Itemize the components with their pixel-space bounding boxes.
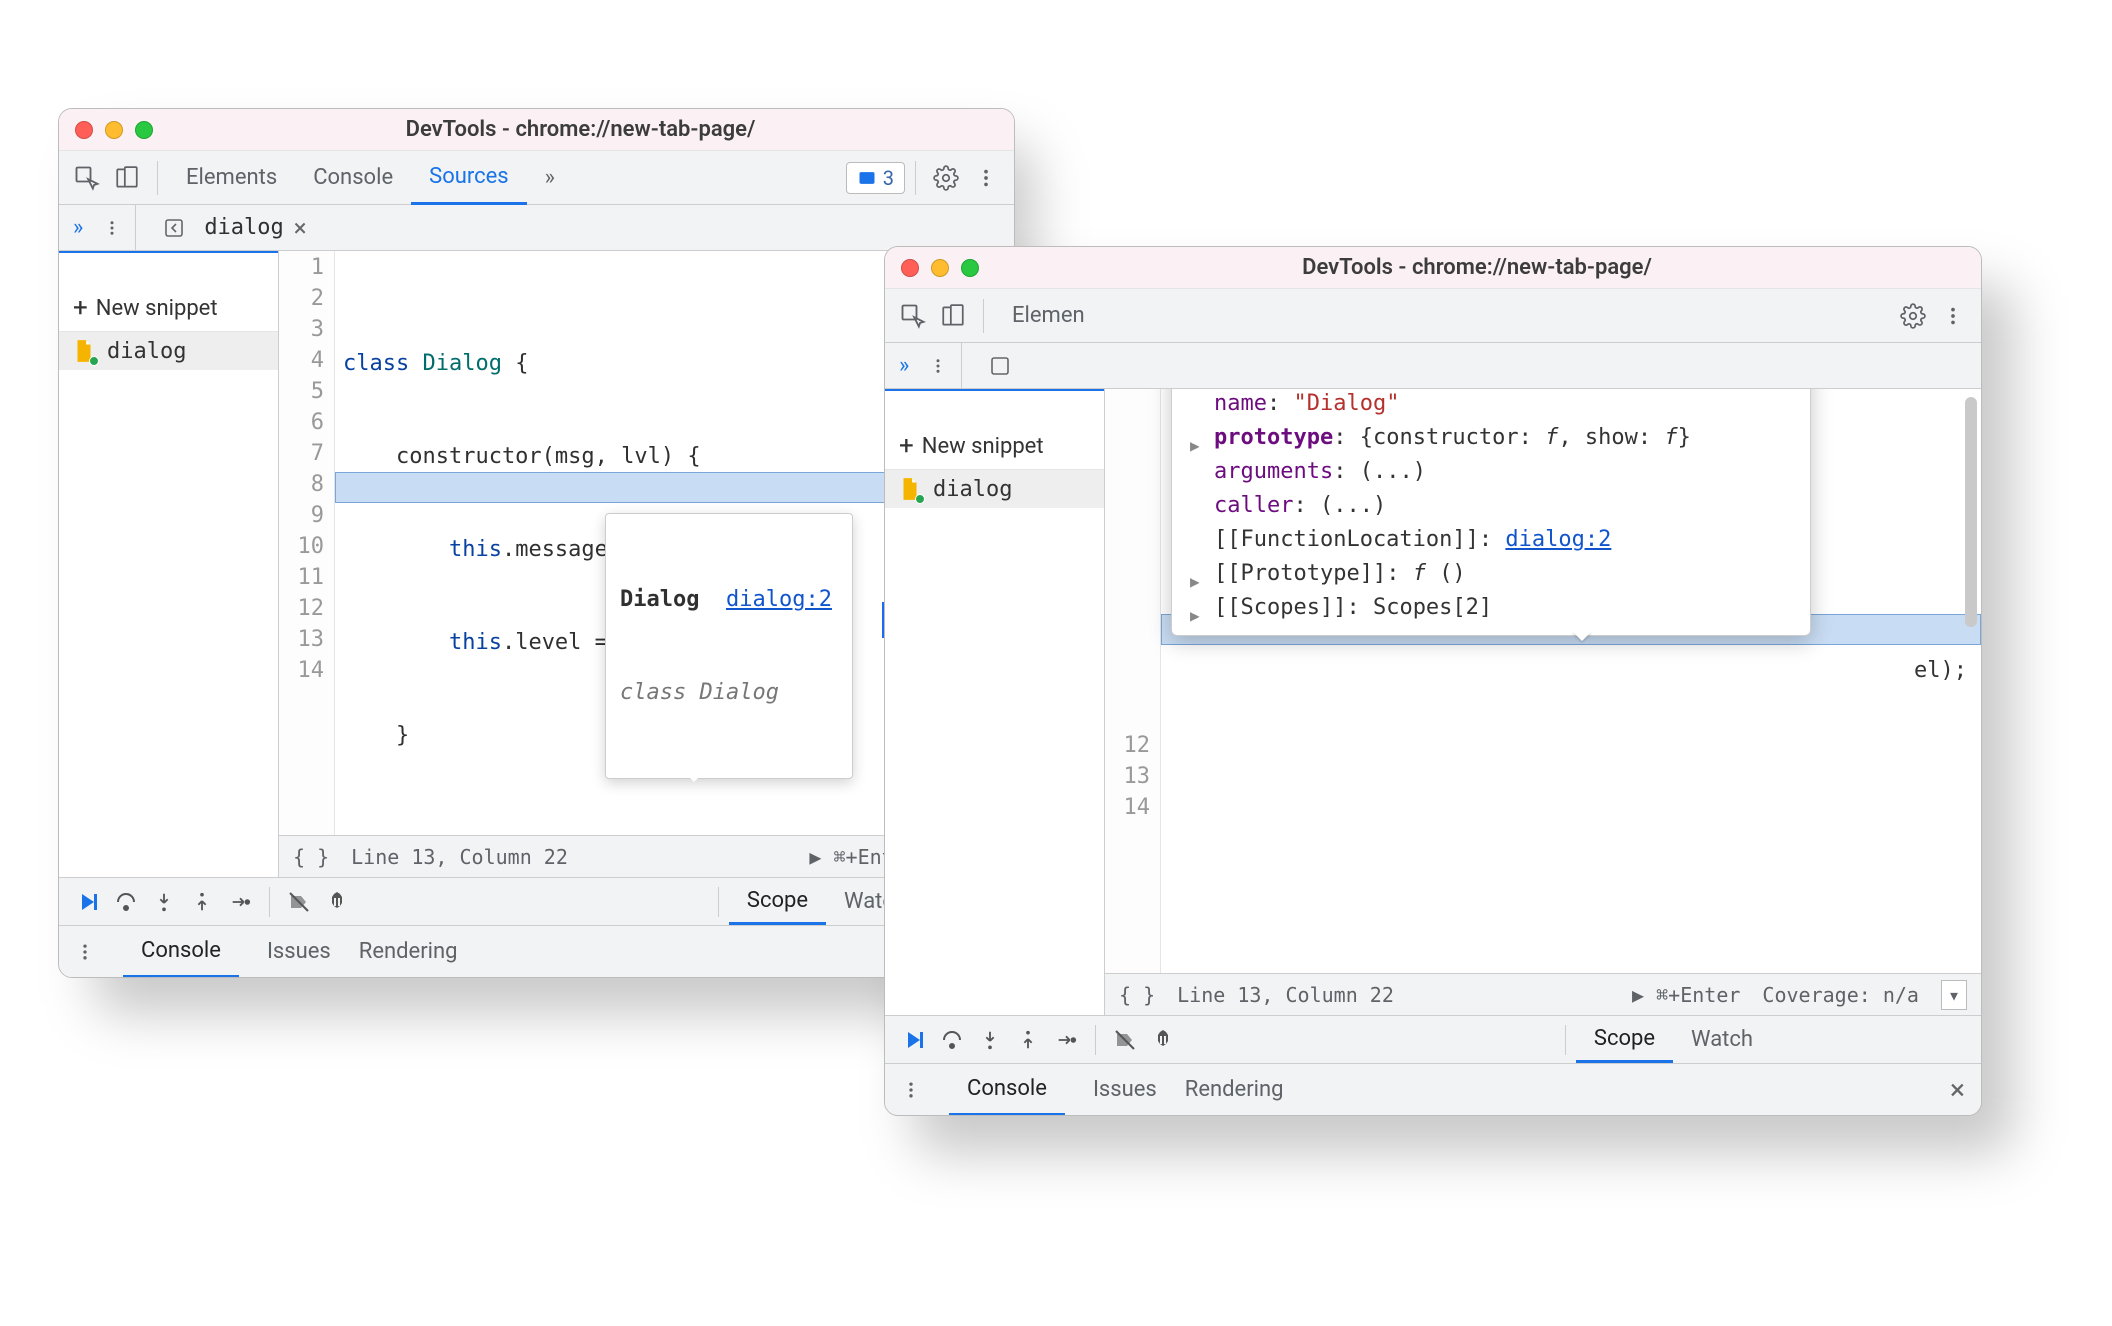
run-icon[interactable]: ▶ ⌘+Enter: [1632, 983, 1740, 1007]
inspect-element-icon[interactable]: [893, 296, 933, 336]
main-tabstrip: Elements Console Sources » 3: [59, 151, 1014, 205]
navigate-icon[interactable]: [988, 346, 1012, 386]
close-file-icon[interactable]: ×: [294, 214, 307, 242]
expand-icon[interactable]: ▶: [1190, 599, 1200, 633]
drawer-more-icon[interactable]: [75, 932, 95, 972]
devtools-window-right: DevTools - chrome://new-tab-page/ Elemen…: [884, 246, 1982, 1116]
debugger-toolbar: Scope Watch: [885, 1015, 1981, 1063]
close-drawer-icon[interactable]: ×: [1950, 1073, 1965, 1106]
debugger-toolbar: Scope Watch: [59, 877, 1014, 925]
step-icon[interactable]: [1047, 1021, 1085, 1059]
step-icon[interactable]: [221, 883, 259, 921]
snippet-file-icon: [897, 476, 923, 502]
tab-elements[interactable]: Elements: [168, 151, 295, 204]
snippet-navigator: + New snippet dialog: [59, 251, 279, 877]
brackets-icon[interactable]: { }: [293, 845, 329, 869]
window-close[interactable]: [75, 121, 93, 139]
navigate-icon[interactable]: [162, 208, 186, 248]
tab-console[interactable]: Console: [295, 151, 411, 204]
window-minimize[interactable]: [931, 259, 949, 277]
tab-sources[interactable]: Sources: [411, 152, 527, 205]
cursor-pos: Line 13, Column 22: [1177, 983, 1394, 1007]
open-file-tab[interactable]: dialog: [204, 215, 283, 240]
scope-tab[interactable]: Scope: [729, 878, 826, 925]
drawer: Console Issues Rendering: [59, 925, 1014, 977]
drawer-console-tab[interactable]: Console: [123, 927, 239, 978]
snippet-navigator: + New snippet dialog: [885, 389, 1105, 1015]
window-minimize[interactable]: [105, 121, 123, 139]
window-title: DevTools - chrome://new-tab-page/: [989, 255, 1965, 280]
resume-icon[interactable]: [895, 1021, 933, 1059]
drawer-rendering-tab[interactable]: Rendering: [1185, 1077, 1284, 1102]
device-mode-icon[interactable]: [933, 296, 973, 336]
coverage: Coverage: n/a: [1762, 983, 1919, 1007]
nav-more-icon[interactable]: [103, 208, 121, 248]
window-title: DevTools - chrome://new-tab-page/: [163, 117, 998, 142]
drawer-issues-tab[interactable]: Issues: [267, 939, 331, 964]
nav-overflow-icon[interactable]: »: [73, 215, 83, 240]
resume-icon[interactable]: [69, 883, 107, 921]
drawer: Console Issues Rendering ×: [885, 1063, 1981, 1115]
snippet-item[interactable]: dialog: [885, 470, 1104, 508]
drawer-more-icon[interactable]: [901, 1070, 921, 1110]
drawer-console-tab[interactable]: Console: [949, 1065, 1065, 1116]
drawer-rendering-tab[interactable]: Rendering: [359, 939, 458, 964]
more-vert-icon[interactable]: [966, 158, 1006, 198]
window-close[interactable]: [901, 259, 919, 277]
main-tabstrip: Elemen: [885, 289, 1981, 343]
devtools-window-left: DevTools - chrome://new-tab-page/ Elemen…: [58, 108, 1015, 978]
step-out-icon[interactable]: [183, 883, 221, 921]
inspect-element-icon[interactable]: [67, 158, 107, 198]
line-gutter: 123 456 789 101112 1314: [279, 251, 335, 835]
definition-link[interactable]: dialog:2: [726, 587, 832, 612]
cursor-pos: Line 13, Column 22: [351, 845, 568, 869]
issues-badge[interactable]: 3: [846, 162, 905, 194]
titlebar: DevTools - chrome://new-tab-page/: [885, 247, 1981, 289]
issues-count: 3: [883, 166, 894, 190]
step-into-icon[interactable]: [145, 883, 183, 921]
settings-gear-icon[interactable]: [926, 158, 966, 198]
pause-on-exceptions-icon[interactable]: [1144, 1021, 1182, 1059]
more-vert-icon[interactable]: [1933, 296, 1973, 336]
tab-elements-partial[interactable]: Elemen: [994, 289, 1103, 342]
step-over-icon[interactable]: [107, 883, 145, 921]
scrollbar-thumb[interactable]: [1965, 397, 1977, 627]
source-tabstrip: »: [885, 343, 1981, 389]
snippet-file-icon: [71, 338, 97, 364]
deactivate-breakpoints-icon[interactable]: [1106, 1021, 1144, 1059]
nav-overflow-icon[interactable]: »: [899, 353, 909, 378]
device-mode-icon[interactable]: [107, 158, 147, 198]
line-gutter: 12 13 14: [1105, 389, 1161, 973]
snippet-item[interactable]: dialog: [59, 332, 278, 370]
function-location-link[interactable]: dialog:2: [1505, 527, 1611, 552]
tab-more-icon[interactable]: »: [527, 151, 573, 204]
source-tabstrip: » dialog ×: [59, 205, 1014, 251]
window-zoom[interactable]: [961, 259, 979, 277]
new-snippet-button[interactable]: + New snippet: [885, 423, 1104, 470]
object-popover[interactable]: class Dialog length: 2 name: "Dialog" ▶p…: [1171, 389, 1811, 636]
step-out-icon[interactable]: [1009, 1021, 1047, 1059]
scope-tab[interactable]: Scope: [1576, 1016, 1673, 1063]
watch-tab[interactable]: Watch: [1673, 1016, 1771, 1063]
brackets-icon[interactable]: { }: [1119, 983, 1155, 1007]
titlebar: DevTools - chrome://new-tab-page/: [59, 109, 1014, 151]
new-snippet-button[interactable]: + New snippet: [59, 285, 278, 332]
drawer-issues-tab[interactable]: Issues: [1093, 1077, 1157, 1102]
window-zoom[interactable]: [135, 121, 153, 139]
step-over-icon[interactable]: [933, 1021, 971, 1059]
settings-gear-icon[interactable]: [1893, 296, 1933, 336]
overview-toggle-icon[interactable]: ▾: [1941, 980, 1967, 1010]
deactivate-breakpoints-icon[interactable]: [280, 883, 318, 921]
pause-on-exceptions-icon[interactable]: [318, 883, 356, 921]
hover-tooltip[interactable]: Dialog dialog:2 class Dialog: [605, 513, 853, 779]
step-into-icon[interactable]: [971, 1021, 1009, 1059]
editor-statusbar: { } Line 13, Column 22 ▶ ⌘+Enter Coverag…: [1105, 973, 1981, 1015]
nav-more-icon[interactable]: [929, 346, 947, 386]
